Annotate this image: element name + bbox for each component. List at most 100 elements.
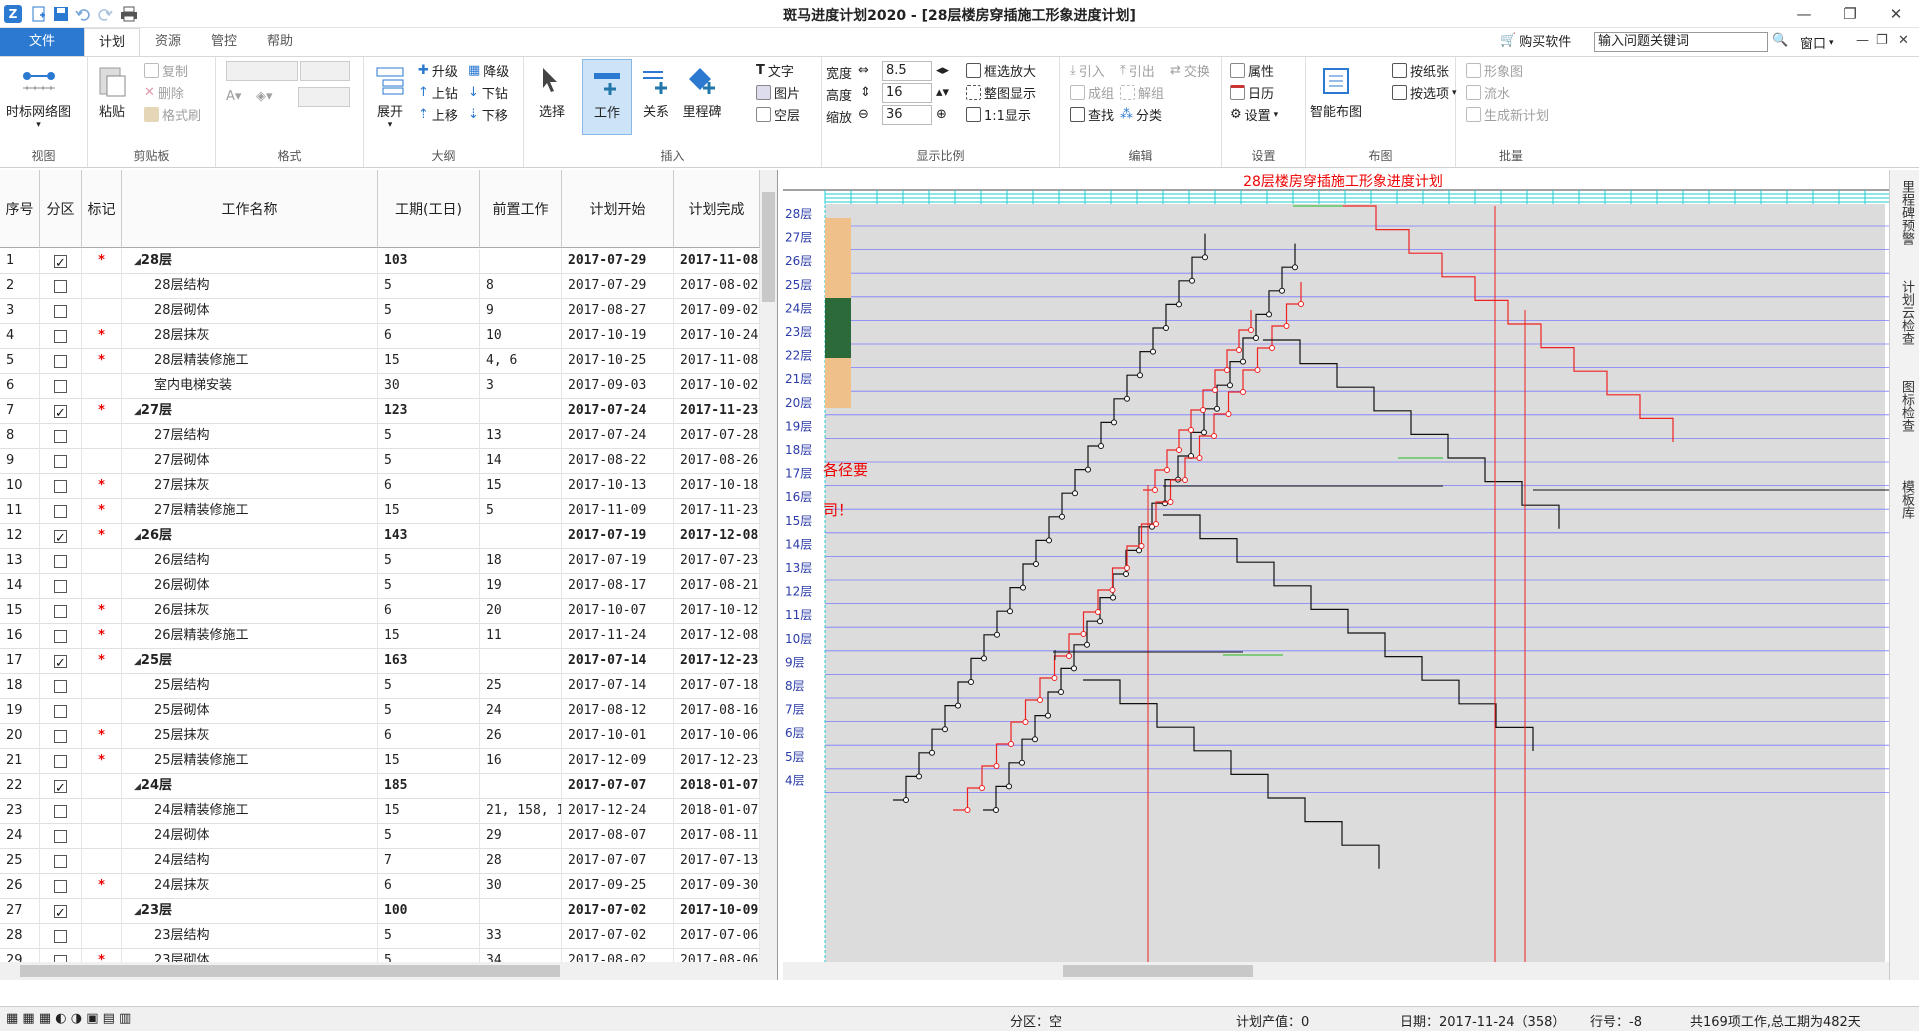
font-size-select[interactable]: [300, 61, 350, 81]
zone-checkbox[interactable]: [40, 324, 82, 349]
row-name[interactable]: 27层精装修施工: [122, 499, 378, 524]
table-row[interactable]: 26 * 24层抹灰 6 30 2017-09-25 2017-09-30: [0, 874, 760, 899]
zone-checkbox[interactable]: [40, 574, 82, 599]
table-row[interactable]: 24 24层砌体 5 29 2017-08-07 2017-08-11: [0, 824, 760, 849]
row-name[interactable]: 室内电梯安装: [122, 374, 378, 399]
tab-resource[interactable]: 资源: [140, 28, 196, 56]
find-button[interactable]: 查找: [1070, 105, 1114, 124]
row-name[interactable]: 25层结构: [122, 674, 378, 699]
row-duration[interactable]: 7: [378, 849, 480, 874]
row-duration[interactable]: 15: [378, 499, 480, 524]
row-pred[interactable]: 4, 6: [480, 349, 562, 374]
row-pred[interactable]: 20: [480, 599, 562, 624]
row-pred[interactable]: 15: [480, 474, 562, 499]
by-option-button[interactable]: 按选项 ▾: [1392, 83, 1457, 102]
zoom-out-icon[interactable]: ⊖: [858, 107, 869, 122]
row-pred[interactable]: 13: [480, 424, 562, 449]
row-duration[interactable]: 6: [378, 474, 480, 499]
progress-chart[interactable]: 28层楼房穿插施工形象进度计划 28层 27层 26层 25层 24层 23层 22层 21层 2…: [783, 170, 1889, 980]
table-row[interactable]: 28 23层结构 5 33 2017-07-02 2017-07-06: [0, 924, 760, 949]
swap-button[interactable]: ⇄ 交换: [1170, 61, 1210, 80]
row-finish[interactable]: 2017-10-12: [674, 599, 760, 624]
row-finish[interactable]: 2017-12-23: [674, 649, 760, 674]
row-start[interactable]: 2017-09-25: [562, 874, 674, 899]
row-name[interactable]: 25层抹灰: [122, 724, 378, 749]
zone-checkbox[interactable]: [40, 899, 82, 924]
zone-checkbox[interactable]: [40, 849, 82, 874]
zone-checkbox[interactable]: [40, 499, 82, 524]
row-name[interactable]: ◢28层: [122, 249, 378, 274]
one-to-one-button[interactable]: 1:1显示: [966, 105, 1031, 124]
tab-plan[interactable]: 计划: [84, 28, 140, 56]
row-name[interactable]: 24层结构: [122, 849, 378, 874]
row-finish[interactable]: 2017-09-30: [674, 874, 760, 899]
zone-checkbox[interactable]: [40, 399, 82, 424]
row-duration[interactable]: 5: [378, 824, 480, 849]
row-name[interactable]: 24层精装修施工: [122, 799, 378, 824]
row-pred[interactable]: 19: [480, 574, 562, 599]
row-finish[interactable]: 2017-12-08: [674, 524, 760, 549]
row-duration[interactable]: 103: [378, 249, 480, 274]
grid-hscrollbar[interactable]: [0, 962, 777, 980]
row-duration[interactable]: 5: [378, 299, 480, 324]
col-zone-header[interactable]: 分区: [40, 170, 82, 248]
row-name[interactable]: 26层抹灰: [122, 599, 378, 624]
row-pred[interactable]: [480, 899, 562, 924]
zoom-input[interactable]: 36: [882, 105, 932, 125]
ungroup-button[interactable]: 解组: [1120, 83, 1164, 102]
row-start[interactable]: 2017-10-13: [562, 474, 674, 499]
width-input[interactable]: 8.5: [882, 61, 932, 81]
table-row[interactable]: 16 * 26层精装修施工 15 11 2017-11-24 2017-12-08: [0, 624, 760, 649]
row-start[interactable]: 2017-12-09: [562, 749, 674, 774]
row-start[interactable]: 2017-07-07: [562, 849, 674, 874]
row-start[interactable]: 2017-10-07: [562, 599, 674, 624]
row-name[interactable]: 27层抹灰: [122, 474, 378, 499]
table-row[interactable]: 18 25层结构 5 25 2017-07-14 2017-07-18: [0, 674, 760, 699]
delete-button[interactable]: ✕ 删除: [144, 83, 184, 102]
mdi-close-icon[interactable]: ✕: [1898, 33, 1909, 48]
col-duration-header[interactable]: 工期(工日): [378, 170, 480, 248]
row-start[interactable]: 2017-07-14: [562, 649, 674, 674]
mdi-restore-icon[interactable]: ❐: [1876, 33, 1888, 48]
text-button[interactable]: T 文字: [756, 61, 794, 80]
table-row[interactable]: 19 25层砌体 5 24 2017-08-12 2017-08-16: [0, 699, 760, 724]
table-row[interactable]: 1 *◢28层103 2017-07-292017-11-08: [0, 249, 760, 274]
relation-button[interactable]: 关系: [636, 61, 676, 120]
move-up-button[interactable]: ⇡ 上移: [418, 105, 458, 124]
row-pred[interactable]: 5: [480, 499, 562, 524]
row-start[interactable]: 2017-07-02: [562, 924, 674, 949]
row-pred[interactable]: 10: [480, 324, 562, 349]
gen-new-plan-button[interactable]: 生成新计划: [1466, 105, 1549, 124]
row-pred[interactable]: 9: [480, 299, 562, 324]
fill-color-button[interactable]: ◈▾: [256, 89, 273, 104]
table-row[interactable]: 4 * 28层抹灰 6 10 2017-10-19 2017-10-24: [0, 324, 760, 349]
row-pred[interactable]: [480, 774, 562, 799]
row-pred[interactable]: 33: [480, 924, 562, 949]
timescale-network-button[interactable]: 时标网络图 ▾: [6, 61, 71, 130]
row-finish[interactable]: 2017-12-08: [674, 624, 760, 649]
row-finish[interactable]: 2017-09-02: [674, 299, 760, 324]
col-pred-header[interactable]: 前置工作: [480, 170, 562, 248]
flow-button[interactable]: 流水: [1466, 83, 1510, 102]
row-duration[interactable]: 100: [378, 899, 480, 924]
line-style-select[interactable]: [298, 87, 350, 107]
row-pred[interactable]: 28: [480, 849, 562, 874]
row-start[interactable]: 2017-10-19: [562, 324, 674, 349]
row-finish[interactable]: 2017-08-21: [674, 574, 760, 599]
row-finish[interactable]: 2017-08-26: [674, 449, 760, 474]
col-finish-header[interactable]: 计划完成: [674, 170, 760, 248]
row-duration[interactable]: 15: [378, 799, 480, 824]
col-start-header[interactable]: 计划开始: [562, 170, 674, 248]
row-pred[interactable]: 14: [480, 449, 562, 474]
row-duration[interactable]: 5: [378, 924, 480, 949]
zone-checkbox[interactable]: [40, 549, 82, 574]
row-pred[interactable]: 24: [480, 699, 562, 724]
import-button[interactable]: ⤓ 引入: [1070, 61, 1105, 80]
row-duration[interactable]: 185: [378, 774, 480, 799]
font-color-button[interactable]: A▾: [226, 89, 241, 104]
row-pred[interactable]: 11: [480, 624, 562, 649]
zone-checkbox[interactable]: [40, 874, 82, 899]
row-duration[interactable]: 6: [378, 599, 480, 624]
row-start[interactable]: 2017-08-12: [562, 699, 674, 724]
row-name[interactable]: 28层精装修施工: [122, 349, 378, 374]
